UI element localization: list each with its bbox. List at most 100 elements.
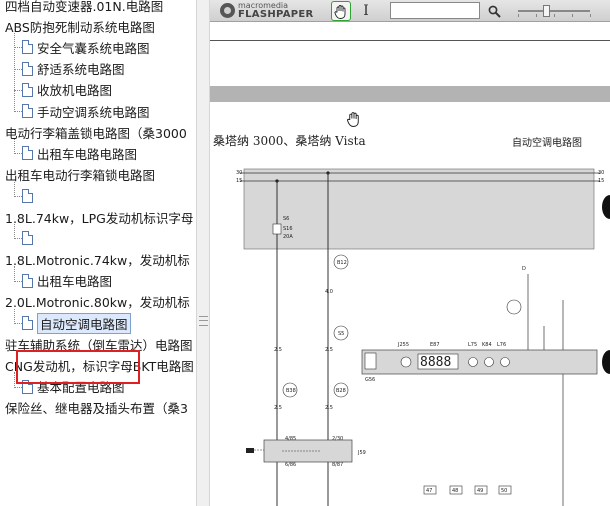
tree-leaf-item[interactable] xyxy=(14,186,37,206)
bottom-box-label: 50 xyxy=(501,488,507,494)
tree-item-label: 2.0L.Motronic.80kw，发动机标 xyxy=(5,295,190,311)
tree-item-label: 保险丝、继电器及插头布置（桑3 xyxy=(5,401,188,417)
panel-label: E87 xyxy=(430,342,440,348)
fuse-label: S6 xyxy=(283,216,289,222)
tree-connector-line xyxy=(14,323,22,324)
wire-mark: 4.0 xyxy=(325,289,333,295)
document-tree: 四档自动变速器.01N.电路图 ABS防抱死制动系统电路图安全气囊系统电路图舒适系… xyxy=(0,0,196,506)
tree-connector-line xyxy=(14,386,22,388)
connector-label: S5 xyxy=(338,331,344,337)
document-icon xyxy=(22,61,33,76)
tree-item-label: 出租车电动行李箱锁电路图 xyxy=(5,168,156,184)
zoom-slider[interactable] xyxy=(510,2,600,19)
tree-leaf-item[interactable] xyxy=(14,228,37,248)
tree-item-label: 手动空调系统电路图 xyxy=(37,104,150,120)
bottom-box-label: 48 xyxy=(452,488,458,494)
tree-connector-line xyxy=(14,89,22,91)
tree-connector-line xyxy=(14,33,15,112)
relay-contact: 8/87 xyxy=(332,462,343,468)
tree-connector-line xyxy=(14,372,15,388)
zoom-tick xyxy=(536,14,537,17)
document-icon xyxy=(22,104,33,118)
zoom-slider-track xyxy=(518,10,590,12)
tree-connector-line xyxy=(14,195,22,197)
tree-folder-item[interactable]: ABS防抱死制动系统电路图 xyxy=(5,16,155,36)
zoom-tick xyxy=(572,14,573,17)
tree-scrollbar[interactable] xyxy=(196,0,210,506)
page-top-rule xyxy=(210,40,610,41)
tree-folder-item[interactable]: 1.8L.Motronic.74kw，发动机标 xyxy=(5,249,190,269)
document-title: 桑塔纳 3000、桑塔纳 Vista xyxy=(213,134,366,148)
page-header-band xyxy=(210,86,610,102)
wire-mark: 2.5 xyxy=(325,405,333,411)
rail-label-left: 15 xyxy=(236,178,242,184)
connector-label: B38 xyxy=(286,388,296,394)
page-edge-mark xyxy=(602,195,610,219)
tree-leaf-item[interactable]: 舒适系统电路图 xyxy=(14,59,125,79)
tree-connector-line xyxy=(14,68,22,70)
zoom-tick xyxy=(518,14,519,17)
fuse-label: S16 xyxy=(283,226,293,232)
document-icon xyxy=(22,231,33,246)
search-input[interactable] xyxy=(390,2,480,19)
tree-leaf-item[interactable]: 出租车电路图 xyxy=(14,271,112,291)
tree-leaf-item[interactable]: 出租车电路电路图 xyxy=(14,143,138,163)
tree-connector-line xyxy=(14,266,15,282)
tree-item-label: 收放机电路图 xyxy=(37,83,113,99)
rail-label-right: 15 xyxy=(598,178,604,184)
tree-connector-line xyxy=(14,181,15,197)
brand-name-main: FLASHPAPER xyxy=(238,9,314,20)
fuse-s16 xyxy=(272,223,282,235)
tree-item-label: 安全气囊系统电路图 xyxy=(37,40,150,56)
g-label: G56 xyxy=(365,377,375,383)
tree-connector-line xyxy=(14,308,15,324)
tree-folder-item[interactable]: 2.0L.Motronic.80kw，发动机标 xyxy=(5,292,190,312)
text-select-tool-button[interactable]: I xyxy=(356,1,376,21)
relay-contact: 2/30 xyxy=(332,436,343,442)
panel-label: L76 xyxy=(497,342,506,348)
tree-item-label: 1.8L.74kw，LPG发动机标识字母 xyxy=(5,210,194,226)
tree-leaf-item[interactable]: 自动空调电路图 xyxy=(14,312,131,334)
tree-connector-line xyxy=(14,47,22,49)
document-icon xyxy=(22,273,33,288)
flashpaper-viewer: macromedia FLASHPAPER I 桑塔纳 3000、桑塔纳 Vis… xyxy=(210,0,610,506)
tree-item-label: ABS防抱死制动系统电路图 xyxy=(5,19,155,35)
tree-folder-item[interactable]: 保险丝、继电器及插头布置（桑3 xyxy=(5,398,188,418)
tree-folder-item[interactable]: 电动行李箱盖锁电路图（桑3000 xyxy=(5,122,187,142)
scroll-grip[interactable] xyxy=(199,316,208,326)
tree-connector-line xyxy=(14,238,22,240)
tree-connector-line xyxy=(14,280,22,282)
fuse-label: 20A xyxy=(283,234,293,240)
tree-item-label: 出租车电路电路图 xyxy=(37,146,138,162)
tree-item-label: 自动空调电路图 xyxy=(37,312,131,334)
tree-folder-item[interactable]: 四档自动变速器.01N.电路图 xyxy=(5,0,163,15)
tree-leaf-item[interactable]: 手动空调系统电路图 xyxy=(14,101,150,121)
tree-folder-item[interactable]: 出租车电动行李箱锁电路图 xyxy=(5,165,155,185)
d-label: D xyxy=(522,266,526,272)
zoom-tick xyxy=(554,14,555,17)
zoom-slider-thumb[interactable] xyxy=(543,5,550,17)
tree-folder-item[interactable]: 1.8L.74kw，LPG发动机标识字母 xyxy=(5,207,193,227)
search-button[interactable] xyxy=(484,1,504,21)
relay-contact: 4/85 xyxy=(285,436,296,442)
selection-highlight-box xyxy=(16,350,140,384)
hand-tool-button[interactable] xyxy=(331,1,351,21)
panel-label: K84 xyxy=(482,342,492,348)
text-cursor-icon: I xyxy=(363,3,369,19)
wiring-diagram: 30 15 30 15 S6 S16 20A 2.5 2.5 B38 B12 S… xyxy=(236,168,610,506)
tree-connector-line xyxy=(14,224,15,240)
page-edge-mark xyxy=(602,350,610,374)
search-icon xyxy=(488,5,501,18)
panel-label: J255 xyxy=(397,342,409,348)
connector-label: B12 xyxy=(337,260,347,266)
bottom-box-label: 49 xyxy=(477,488,483,494)
document-subtitle: 自动空调电路图 xyxy=(512,138,582,149)
document-icon xyxy=(22,188,33,203)
relay-label: J59 xyxy=(357,450,366,456)
tree-leaf-item[interactable]: 安全气囊系统电路图 xyxy=(14,37,150,57)
tree-item-label: 四档自动变速器.01N.电路图 xyxy=(5,0,164,14)
tree-leaf-item[interactable]: 收放机电路图 xyxy=(14,80,113,100)
tree-item-label: 电动行李箱盖锁电路图（桑3000 xyxy=(5,125,187,141)
relay-contact: 6/86 xyxy=(285,462,296,468)
tree-item-label: 1.8L.Motronic.74kw，发动机标 xyxy=(5,252,190,268)
